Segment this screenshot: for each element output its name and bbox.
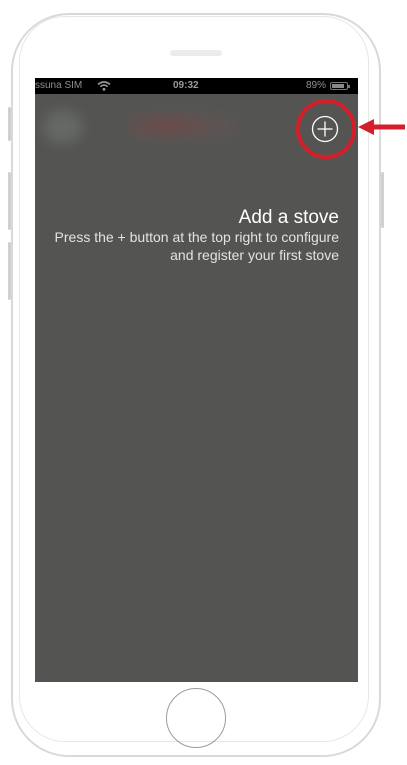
wifi-icon xyxy=(97,81,111,91)
status-time: 09:32 xyxy=(173,80,199,91)
status-bar: ssuna SIM 09:32 89% xyxy=(35,78,358,94)
volume-down-button xyxy=(8,242,11,300)
power-button xyxy=(381,172,384,228)
carrier-label: ssuna SIM xyxy=(35,80,83,91)
battery-percent: 89% xyxy=(305,80,326,91)
volume-up-button xyxy=(8,172,11,230)
header-blurred-logo xyxy=(130,110,240,142)
earpiece-speaker xyxy=(170,50,222,56)
empty-state-title: Add a stove xyxy=(238,207,339,228)
empty-state-message: Press the + button at the top right to c… xyxy=(54,229,339,263)
arrow-left-icon xyxy=(358,119,405,135)
battery-fill xyxy=(332,84,345,88)
highlight-circle-annotation xyxy=(296,99,356,159)
home-button[interactable] xyxy=(166,688,226,748)
mute-switch xyxy=(8,107,11,141)
app-screen: ssuna SIM 09:32 89% Add a stove Press th… xyxy=(35,78,358,682)
battery-icon xyxy=(330,82,350,90)
stage: ssuna SIM 09:32 89% Add a stove Press th… xyxy=(0,0,407,765)
header-blurred-left xyxy=(43,110,83,144)
